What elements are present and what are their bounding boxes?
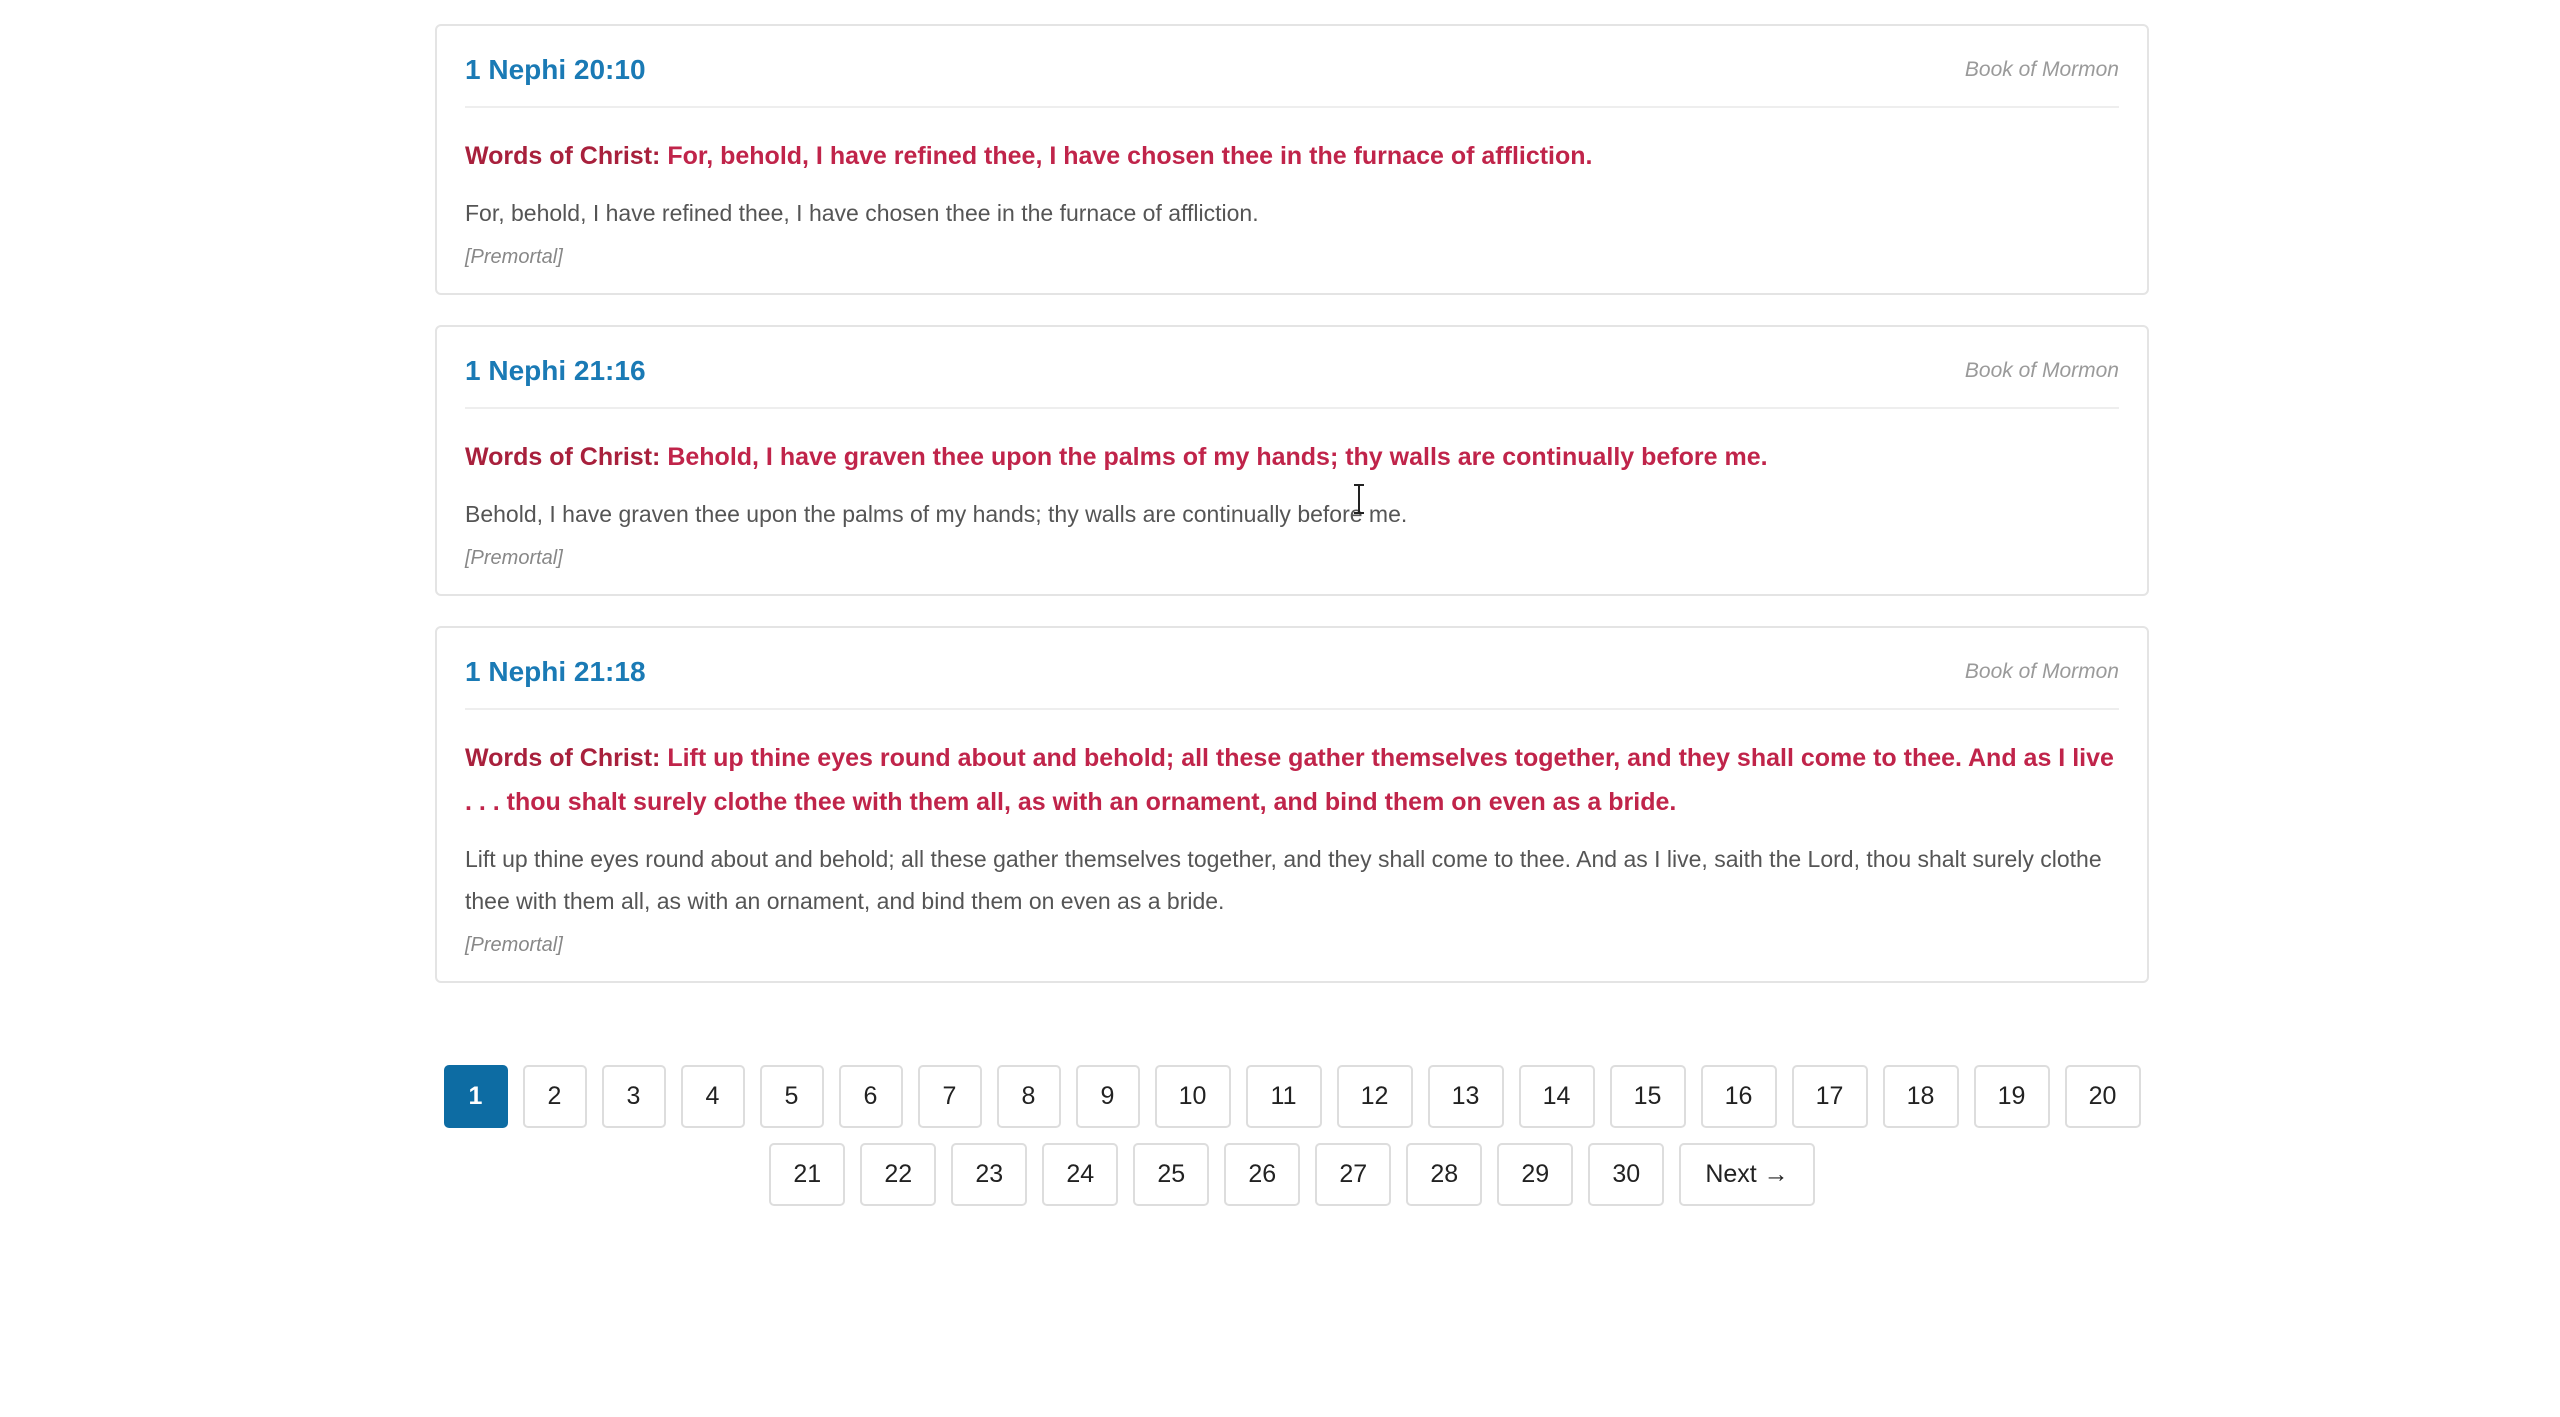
verse-card: 1 Nephi 21:18 Book of Mormon Words of Ch… — [435, 626, 2149, 983]
verse-card-header: 1 Nephi 21:18 Book of Mormon — [465, 656, 2119, 710]
verse-source: Book of Mormon — [1964, 660, 2119, 683]
page-5-button[interactable]: 5 — [759, 1065, 824, 1128]
verse-reference-link[interactable]: 1 Nephi 21:16 — [465, 355, 646, 387]
page-2-button[interactable]: 2 — [522, 1065, 587, 1128]
page-28-button[interactable]: 28 — [1406, 1143, 1483, 1206]
words-of-christ-text: Behold, I have graven thee upon the palm… — [660, 443, 1768, 471]
page-16-button[interactable]: 16 — [1700, 1065, 1777, 1128]
page-15-button[interactable]: 15 — [1609, 1065, 1686, 1128]
page-9-button[interactable]: 9 — [1075, 1065, 1140, 1128]
verse-source: Book of Mormon — [1964, 58, 2119, 81]
verse-source: Book of Mormon — [1964, 359, 2119, 382]
pagination-row: 1 2 3 4 5 6 7 8 9 10 11 12 13 14 15 16 17 18 19 20 — [435, 1065, 2149, 1128]
verse-card-header: 1 Nephi 21:16 Book of Mormon — [465, 355, 2119, 409]
page-14-button[interactable]: 14 — [1518, 1065, 1595, 1128]
page-27-button[interactable]: 27 — [1315, 1143, 1392, 1206]
words-of-christ: Words of Christ: For, behold, I have ref… — [465, 134, 2119, 178]
words-of-christ-label: Words of Christ: — [465, 142, 661, 170]
verse-card: 1 Nephi 21:16 Book of Mormon Words of Ch… — [435, 325, 2149, 596]
verse-card: 1 Nephi 20:10 Book of Mormon Words of Ch… — [435, 24, 2149, 295]
page-24-button[interactable]: 24 — [1042, 1143, 1119, 1206]
page-3-button[interactable]: 3 — [601, 1065, 666, 1128]
pagination-row: 21 22 23 24 25 26 27 28 29 30 Next → — [435, 1143, 2149, 1206]
verse-text: For, behold, I have refined thee, I have… — [465, 200, 1259, 226]
verse-reference-link[interactable]: 1 Nephi 20:10 — [465, 54, 646, 86]
verse-tag: [Premortal] — [465, 547, 563, 569]
page-18-button[interactable]: 18 — [1882, 1065, 1959, 1128]
page-29-button[interactable]: 29 — [1497, 1143, 1574, 1206]
page-7-button[interactable]: 7 — [917, 1065, 982, 1128]
page-19-button[interactable]: 19 — [1973, 1065, 2050, 1128]
words-of-christ-label: Words of Christ: — [465, 744, 661, 772]
page-26-button[interactable]: 26 — [1224, 1143, 1301, 1206]
verse-tag: [Premortal] — [465, 246, 563, 268]
results-list: 1 Nephi 20:10 Book of Mormon Words of Ch… — [435, 24, 2149, 1013]
page-17-button[interactable]: 17 — [1791, 1065, 1868, 1128]
next-page-button[interactable]: Next → — [1679, 1143, 1815, 1206]
page-21-button[interactable]: 21 — [769, 1143, 846, 1206]
page-13-button[interactable]: 13 — [1427, 1065, 1504, 1128]
page-12-button[interactable]: 12 — [1336, 1065, 1413, 1128]
page-4-button[interactable]: 4 — [680, 1065, 745, 1128]
words-of-christ: Words of Christ: Lift up thine eyes roun… — [465, 736, 2119, 824]
page-25-button[interactable]: 25 — [1133, 1143, 1210, 1206]
verse-reference-link[interactable]: 1 Nephi 21:18 — [465, 656, 646, 688]
verse-tag: [Premortal] — [465, 934, 563, 956]
words-of-christ-text: Lift up thine eyes round about and behol… — [465, 744, 2114, 816]
verse-text: Lift up thine eyes round about and behol… — [465, 846, 2102, 914]
page-10-button[interactable]: 10 — [1154, 1065, 1231, 1128]
page-20-button[interactable]: 20 — [2064, 1065, 2141, 1128]
text-cursor-icon — [1354, 484, 1364, 514]
page-8-button[interactable]: 8 — [996, 1065, 1061, 1128]
page-1-button[interactable]: 1 — [443, 1065, 508, 1128]
page-11-button[interactable]: 11 — [1245, 1065, 1322, 1128]
words-of-christ-label: Words of Christ: — [465, 443, 661, 471]
words-of-christ-text: For, behold, I have refined thee, I have… — [660, 142, 1593, 170]
page-22-button[interactable]: 22 — [860, 1143, 937, 1206]
pagination: 1 2 3 4 5 6 7 8 9 10 11 12 13 14 15 16 17 18 19 20 21 22 23 24… — [435, 1065, 2149, 1221]
page-6-button[interactable]: 6 — [838, 1065, 903, 1128]
verse-card-header: 1 Nephi 20:10 Book of Mormon — [465, 54, 2119, 108]
verse-text: Behold, I have graven thee upon the palm… — [465, 501, 1408, 527]
page-23-button[interactable]: 23 — [951, 1143, 1028, 1206]
page-30-button[interactable]: 30 — [1588, 1143, 1665, 1206]
words-of-christ: Words of Christ: Behold, I have graven t… — [465, 435, 2119, 479]
